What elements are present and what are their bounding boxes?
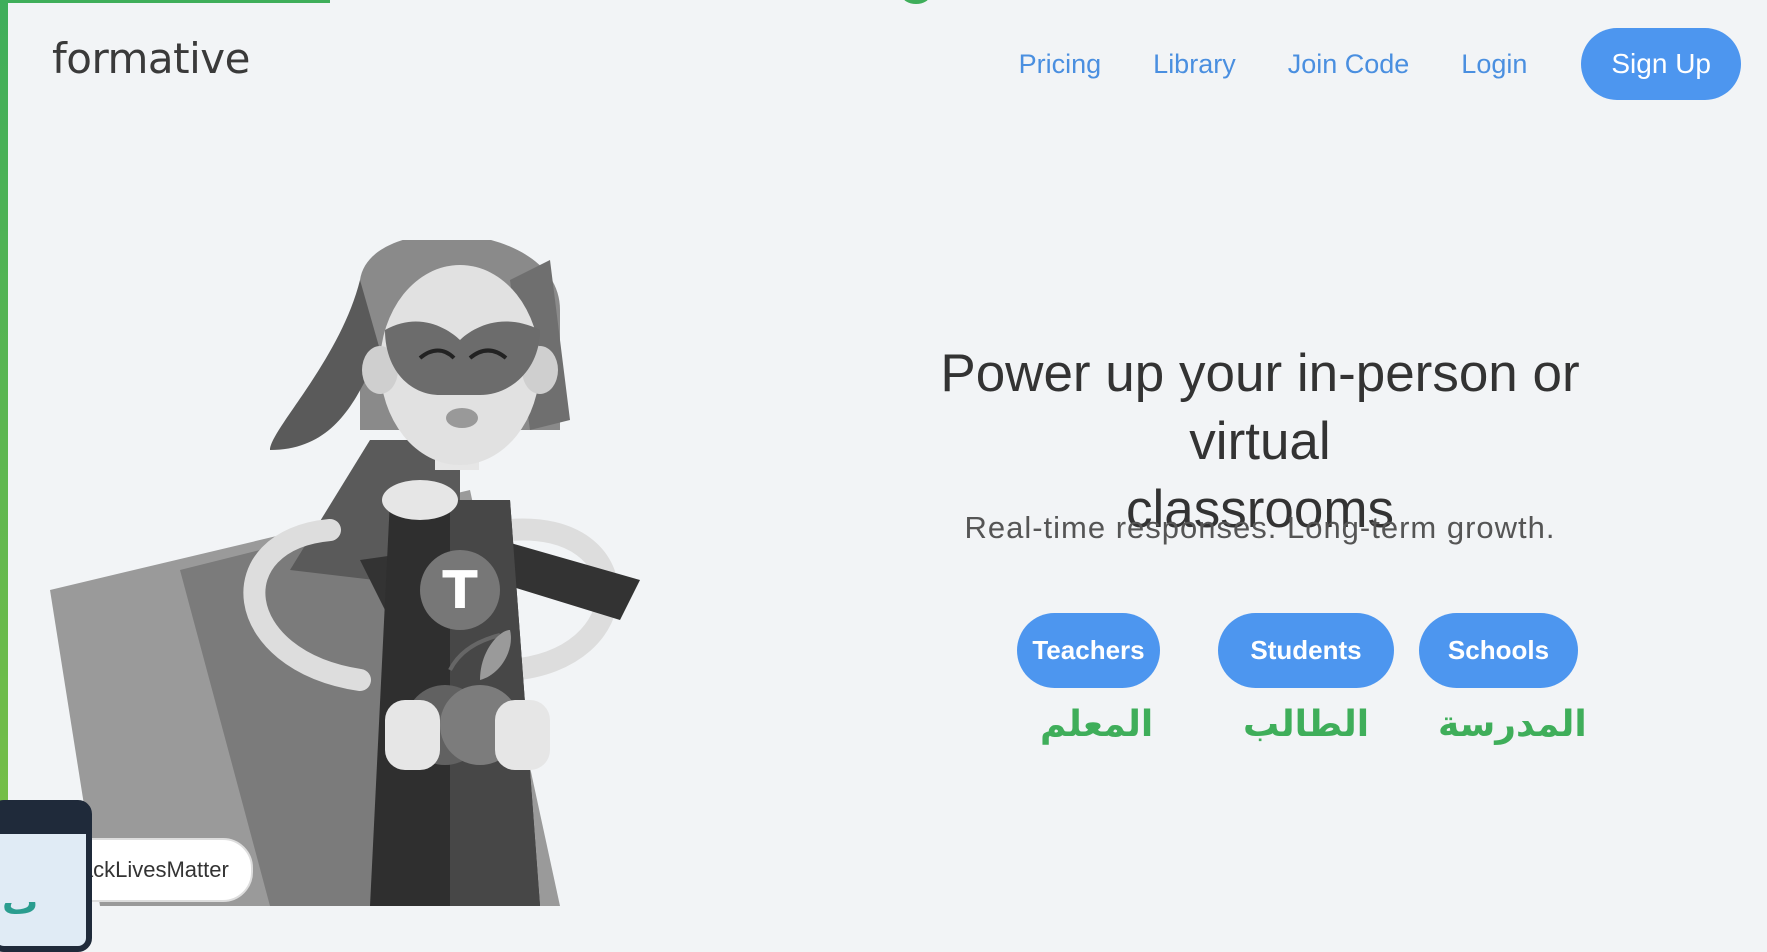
hero-title-line1: Power up your in-person or virtual bbox=[940, 344, 1580, 471]
schools-button[interactable]: Schools bbox=[1419, 613, 1578, 688]
sign-up-button[interactable]: Sign Up bbox=[1581, 28, 1741, 100]
logo[interactable]: formative bbox=[52, 34, 251, 83]
arabic-label-school: المدرسة bbox=[1438, 704, 1587, 745]
nav-library-link[interactable]: Library bbox=[1153, 49, 1236, 80]
phone-glyph: ٮ bbox=[2, 882, 39, 923]
students-button[interactable]: Students bbox=[1218, 613, 1394, 688]
phone-top-bar bbox=[0, 806, 86, 834]
hero-subtitle: Real-time responses. Long-term growth. bbox=[964, 510, 1556, 545]
top-accent-bar bbox=[8, 0, 330, 3]
teachers-button[interactable]: Teachers bbox=[1017, 613, 1160, 688]
top-nav: Pricing Library Join Code Login Sign Up bbox=[967, 28, 1741, 100]
nav-login-link[interactable]: Login bbox=[1461, 49, 1527, 80]
nav-pricing-link[interactable]: Pricing bbox=[1019, 49, 1102, 80]
arabic-label-teacher: المعلم bbox=[1040, 704, 1154, 745]
nav-join-code-link[interactable]: Join Code bbox=[1288, 49, 1410, 80]
arabic-label-student: الطالب bbox=[1243, 704, 1370, 745]
left-accent-stripe bbox=[0, 0, 8, 906]
superhero-teacher-illustration: T bbox=[50, 240, 640, 906]
badge-letter: T bbox=[442, 561, 478, 621]
top-accent-dot bbox=[902, 0, 930, 4]
phone-overlay: ٮ bbox=[0, 800, 92, 952]
